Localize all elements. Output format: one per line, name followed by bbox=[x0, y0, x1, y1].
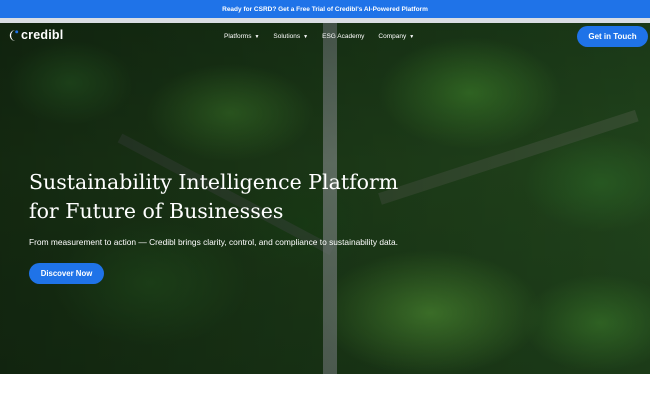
nav-item-solutions[interactable]: Solutions ▼ bbox=[273, 33, 308, 40]
nav-item-label: Solutions bbox=[273, 33, 301, 40]
nav-item-label: Platforms bbox=[224, 33, 252, 40]
page-below-hero bbox=[0, 374, 650, 414]
brand-logo[interactable]: credibl bbox=[8, 28, 63, 42]
hero-title: Sustainability Intelligence Platform for… bbox=[29, 168, 449, 226]
nav-item-company[interactable]: Company ▼ bbox=[378, 33, 414, 40]
announcement-text[interactable]: Ready for CSRD? Get a Free Trial of Cred… bbox=[222, 6, 428, 13]
chevron-down-icon: ▼ bbox=[254, 33, 260, 40]
main-nav: Platforms ▼ Solutions ▼ ESG Academy Comp… bbox=[224, 33, 414, 40]
chevron-down-icon: ▼ bbox=[303, 33, 309, 40]
discover-now-button[interactable]: Discover Now bbox=[29, 263, 104, 284]
hero-title-line: for Future of Businesses bbox=[29, 199, 284, 223]
get-in-touch-button[interactable]: Get in Touch bbox=[577, 26, 648, 47]
brand-name: credibl bbox=[21, 28, 64, 42]
announcement-bar[interactable]: Ready for CSRD? Get a Free Trial of Cred… bbox=[0, 0, 650, 18]
chevron-down-icon: ▼ bbox=[409, 33, 415, 40]
nav-item-label: Company bbox=[378, 33, 407, 40]
nav-item-label: ESG Academy bbox=[322, 33, 365, 40]
hero-subtitle: From measurement to action — Credibl bri… bbox=[29, 237, 398, 247]
crescent-logo-icon bbox=[9, 29, 19, 41]
hero-title-line: Sustainability Intelligence Platform bbox=[29, 170, 399, 194]
nav-item-esg-academy[interactable]: ESG Academy bbox=[322, 33, 364, 40]
nav-item-platforms[interactable]: Platforms ▼ bbox=[224, 33, 259, 40]
